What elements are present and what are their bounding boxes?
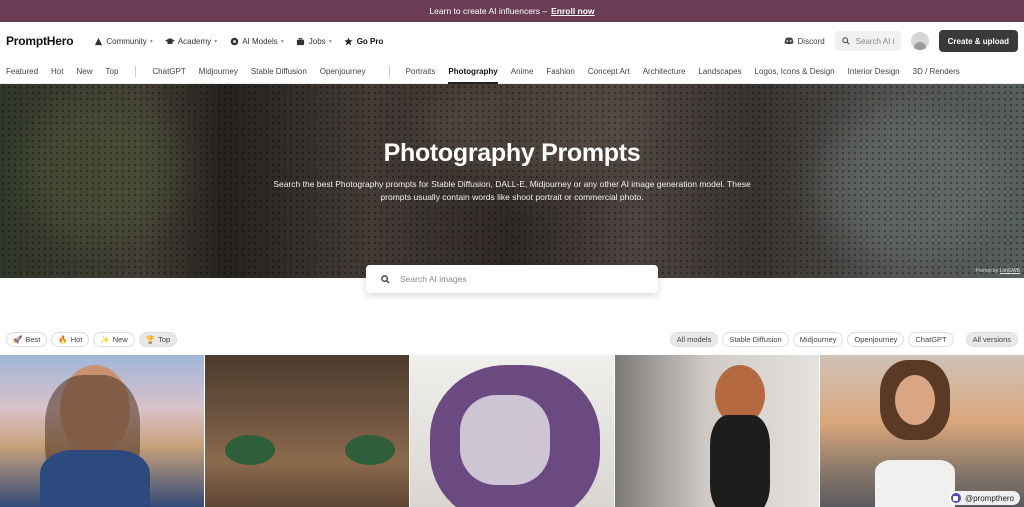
chevron-down-icon: ▾	[149, 38, 153, 45]
nav-academy-label: Academy	[177, 36, 212, 46]
avatar[interactable]	[910, 32, 929, 50]
cat-new[interactable]: New	[76, 60, 92, 84]
model-filters: All models Stable Diffusion Midjourney O…	[669, 332, 1018, 347]
model-all[interactable]: All models	[669, 332, 719, 347]
banner-text: Learn to create AI influencers –	[429, 6, 548, 16]
nav-ai-models-label: AI Models	[242, 36, 278, 46]
gallery-image[interactable]	[410, 355, 614, 507]
cat-logos-icons-design[interactable]: Logos, Icons & Design	[755, 60, 835, 84]
cat-3d-renders[interactable]: 3D / Renders	[913, 60, 960, 84]
gallery-image[interactable]	[0, 355, 204, 507]
gallery-image[interactable]	[615, 355, 819, 507]
gallery-image[interactable]	[205, 355, 409, 507]
enroll-link[interactable]: Enroll now	[551, 6, 594, 16]
search-icon	[380, 274, 390, 284]
nav-academy[interactable]: Academy ▾	[164, 36, 218, 46]
cat-fashion[interactable]: Fashion	[546, 60, 574, 84]
versions-dropdown[interactable]: All versions	[965, 332, 1018, 347]
filter-new-label: New	[112, 335, 128, 344]
trophy-icon: 🏆	[145, 335, 156, 344]
community-icon	[93, 36, 103, 46]
category-navigation: Featured Hot New Top ChatGPT Midjourney …	[0, 60, 1024, 84]
chevron-down-icon: ▾	[328, 38, 332, 45]
nav-go-pro-label: Go Pro	[356, 36, 384, 46]
sort-filters: 🚀 Best 🔥 Hot ✨ New 🏆 Top	[6, 332, 178, 347]
user-tag[interactable]: @prompthero	[948, 491, 1020, 505]
page-description: Search the best Photography prompts for …	[273, 179, 751, 202]
image-gallery: @prompthero	[0, 355, 1024, 507]
cat-architecture[interactable]: Architecture	[643, 60, 686, 84]
search-icon	[841, 36, 851, 46]
cat-midjourney[interactable]: Midjourney	[199, 60, 238, 84]
header-search-input[interactable]: Search AI i	[834, 31, 901, 51]
chevron-down-icon: ▾	[280, 38, 284, 45]
top-navigation: PromptHero Community ▾ Academy ▾ AI Mode…	[0, 22, 1024, 60]
divider	[135, 66, 137, 77]
chevron-down-icon: ▾	[214, 38, 218, 45]
model-openjourney[interactable]: Openjourney	[847, 332, 905, 347]
header-search-placeholder: Search AI i	[855, 36, 895, 46]
cat-concept-art[interactable]: Concept Art	[588, 60, 630, 84]
nav-jobs-label: Jobs	[308, 36, 326, 46]
nav-community-label: Community	[106, 36, 147, 46]
cat-chatgpt[interactable]: ChatGPT	[152, 60, 185, 84]
main-search-input[interactable]: Search AI images	[366, 265, 658, 293]
cat-portraits[interactable]: Portraits	[406, 60, 436, 84]
user-tag-label: @prompthero	[964, 493, 1014, 503]
promo-banner: Learn to create AI influencers – Enroll …	[0, 0, 1024, 22]
briefcase-icon	[296, 36, 306, 46]
filter-top[interactable]: 🏆 Top	[138, 332, 178, 347]
main-search-placeholder: Search AI images	[400, 274, 467, 284]
discord-link[interactable]: Discord	[783, 36, 825, 46]
star-icon	[344, 36, 354, 46]
image-credit: Prompt by LohGWB	[976, 268, 1020, 274]
academy-cap-icon	[164, 36, 175, 46]
discord-label: Discord	[797, 36, 825, 46]
filter-best-label: Best	[25, 335, 41, 344]
filter-hot-label: Hot	[70, 335, 83, 344]
cat-hot[interactable]: Hot	[51, 60, 63, 84]
cat-landscapes[interactable]: Landscapes	[698, 60, 741, 84]
nav-community[interactable]: Community ▾	[93, 36, 153, 46]
model-chatgpt[interactable]: ChatGPT	[908, 332, 954, 347]
fire-icon: 🔥	[58, 335, 68, 344]
divider	[388, 66, 390, 77]
filter-hot[interactable]: 🔥 Hot	[51, 332, 90, 347]
logo[interactable]: PromptHero	[6, 34, 74, 48]
cat-stable-diffusion[interactable]: Stable Diffusion	[251, 60, 307, 84]
discord-icon	[783, 36, 794, 46]
ai-models-icon	[229, 36, 239, 46]
cat-top[interactable]: Top	[106, 60, 119, 84]
gallery-image[interactable]: @prompthero	[820, 355, 1024, 507]
create-upload-button[interactable]: Create & upload	[938, 30, 1018, 52]
credit-prefix: Prompt by	[975, 268, 999, 274]
model-midjourney[interactable]: Midjourney	[792, 332, 844, 347]
cat-openjourney[interactable]: Openjourney	[320, 60, 366, 84]
sparkles-icon: ✨	[100, 335, 110, 344]
nav-go-pro[interactable]: Go Pro	[344, 36, 384, 46]
cat-interior-design[interactable]: Interior Design	[848, 60, 900, 84]
cat-featured[interactable]: Featured	[6, 60, 38, 84]
page-title: Photography Prompts	[383, 139, 641, 167]
filter-best[interactable]: 🚀 Best	[6, 332, 48, 347]
nav-jobs[interactable]: Jobs ▾	[296, 36, 332, 46]
nav-ai-models[interactable]: AI Models ▾	[229, 36, 284, 46]
filter-new[interactable]: ✨ New	[93, 332, 135, 347]
rocket-icon: 🚀	[13, 335, 23, 344]
cat-anime[interactable]: Anime	[511, 60, 534, 84]
filter-top-label: Top	[158, 335, 171, 344]
prompthero-avatar-icon	[950, 493, 961, 503]
cat-photography[interactable]: Photography	[448, 60, 499, 84]
credit-user-link[interactable]: LohGWB	[1000, 268, 1020, 274]
model-stable-diffusion[interactable]: Stable Diffusion	[722, 332, 789, 347]
hero-banner: Photography Prompts Search the best Phot…	[0, 84, 1024, 278]
